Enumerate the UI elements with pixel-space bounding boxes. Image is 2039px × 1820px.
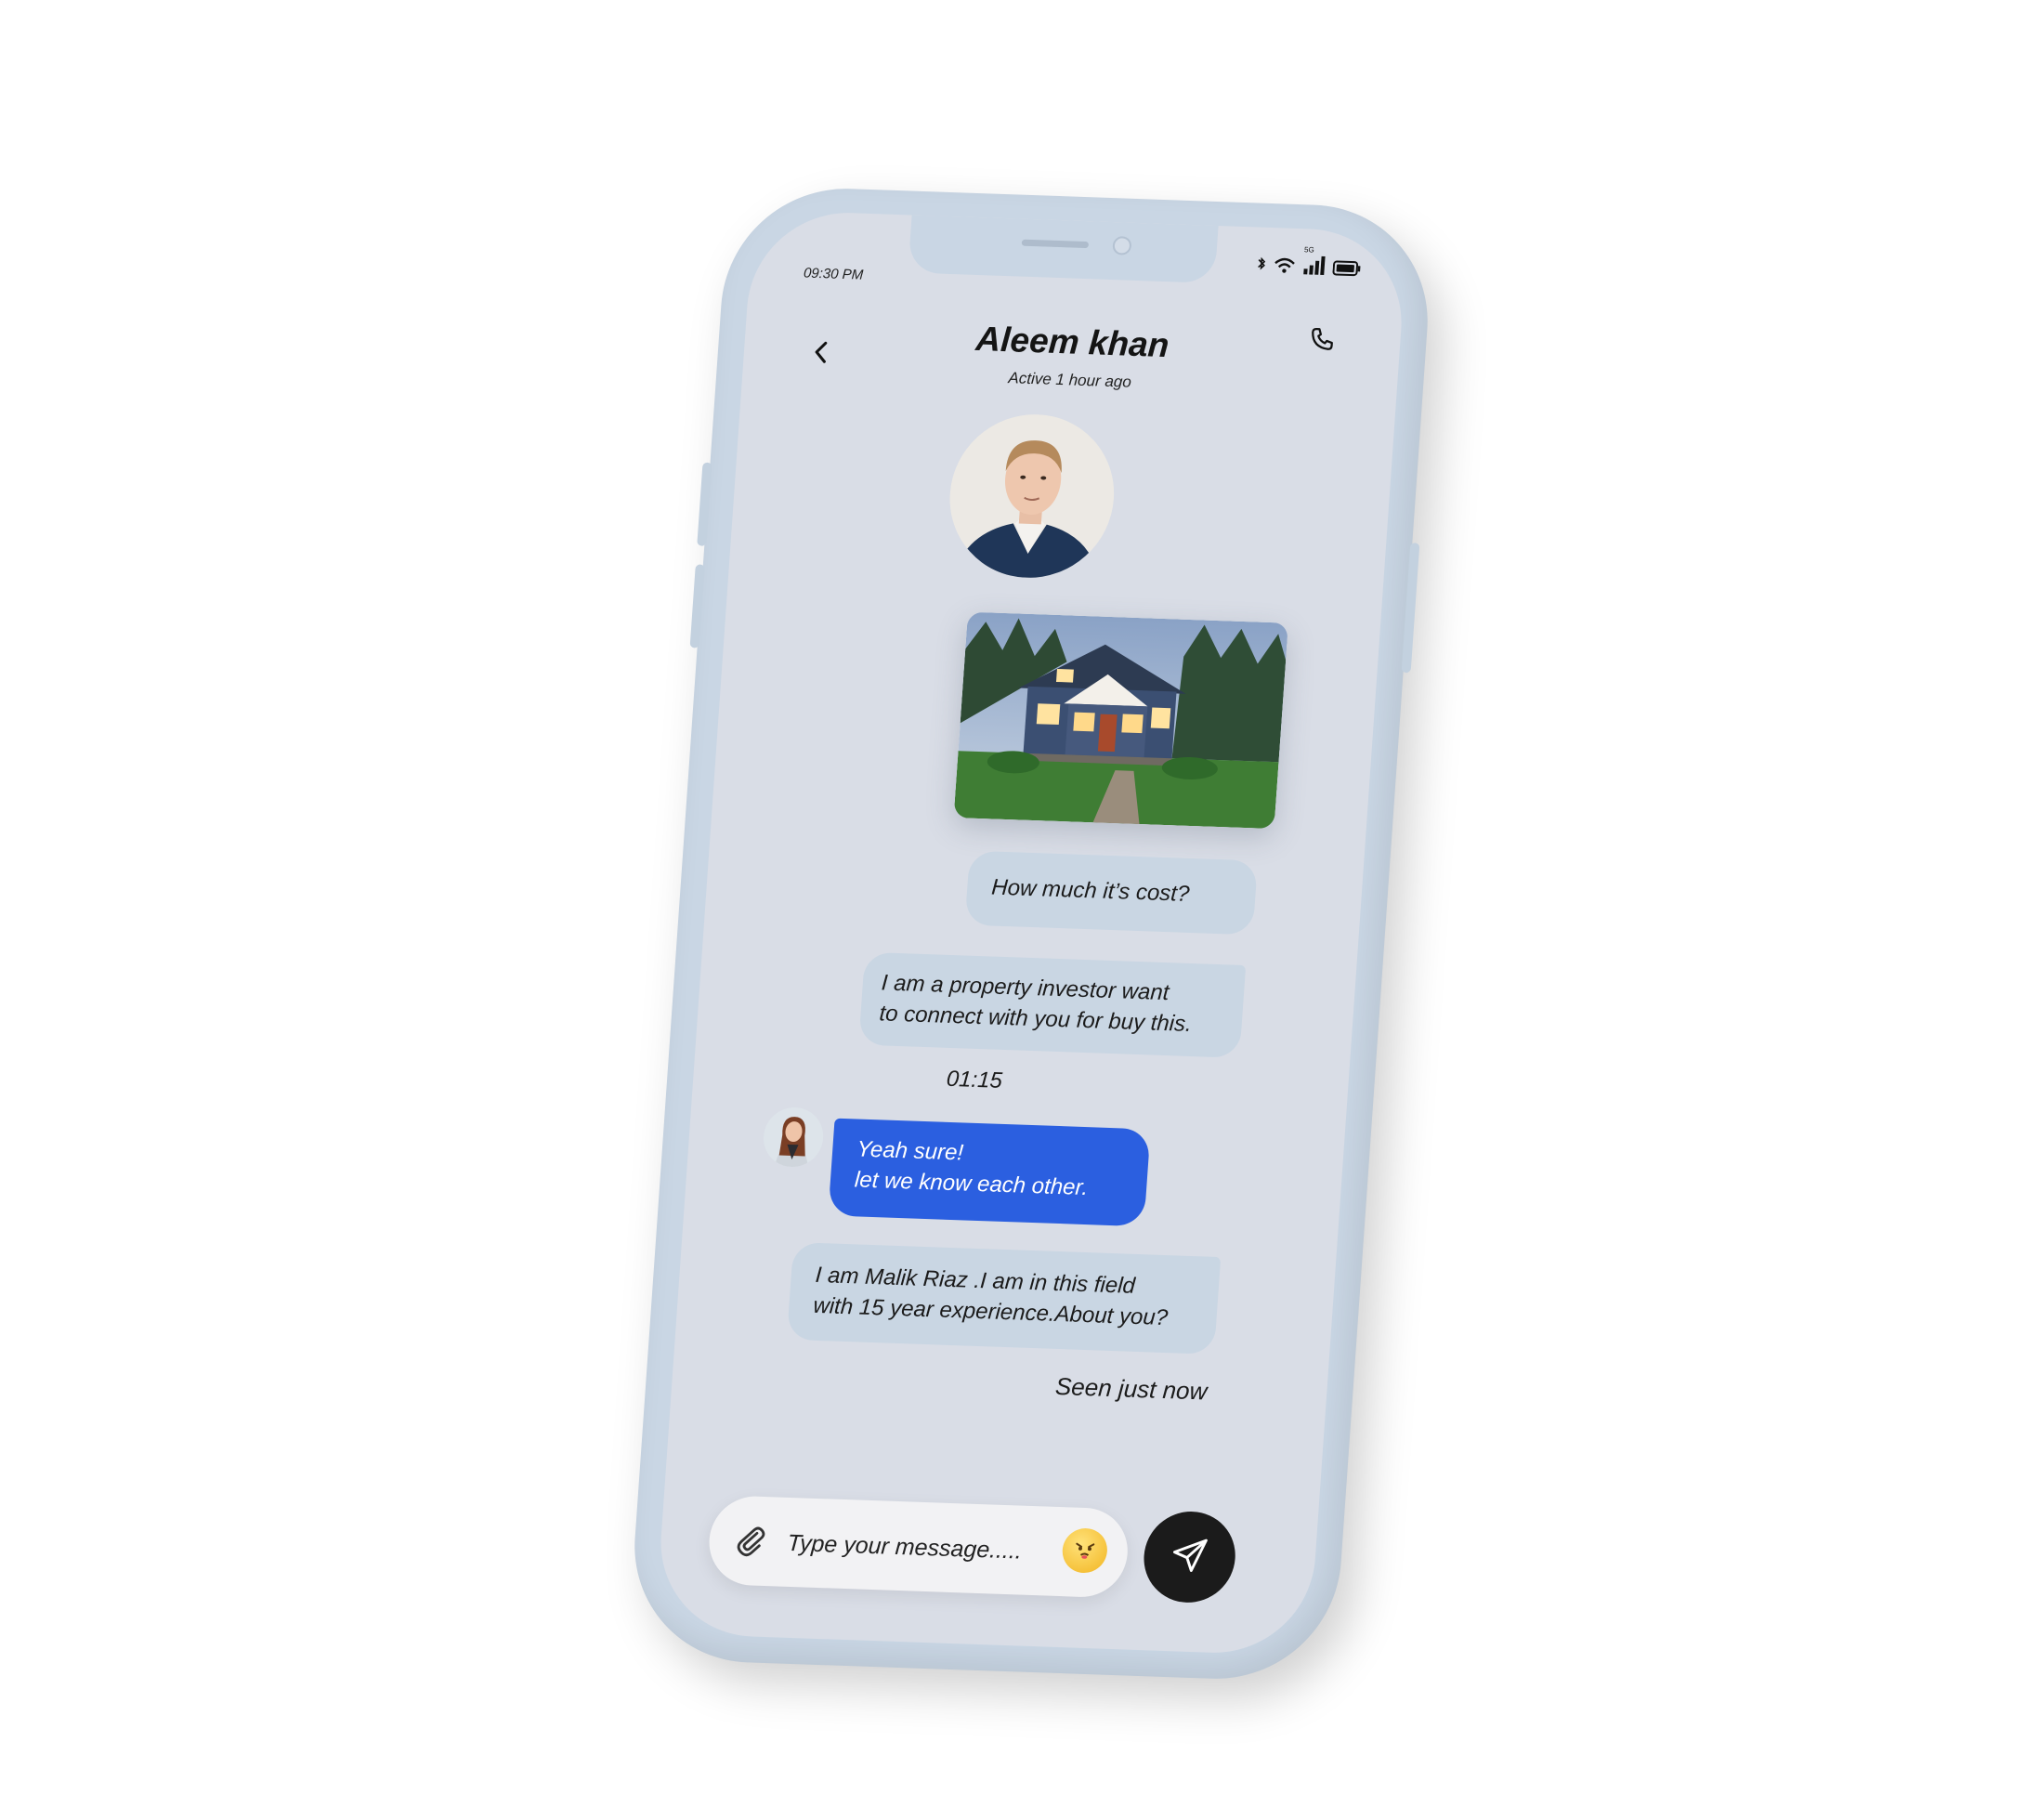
user-avatar[interactable] [761, 1106, 826, 1169]
phone-screen: 09:30 PM 5G Aleem khan Active 1 hour ago… [654, 209, 1408, 1656]
bluetooth-icon [1256, 255, 1267, 279]
paperclip-icon [730, 1526, 768, 1564]
house-photo-message[interactable] [953, 611, 1288, 830]
chat-header: Aleem khan Active 1 hour ago [742, 293, 1402, 399]
emoji-button[interactable] [1061, 1527, 1109, 1574]
house-image [953, 611, 1288, 830]
attach-button[interactable] [730, 1522, 770, 1560]
message-text: How much it’s cost? [990, 874, 1191, 907]
network-badge: 5G [1303, 245, 1315, 255]
phone-mockup: 09:30 PM 5G Aleem khan Active 1 hour ago… [0, 0, 2039, 1820]
wifi-icon [1273, 255, 1297, 280]
phone-body: 09:30 PM 5G Aleem khan Active 1 hour ago… [626, 184, 1436, 1683]
message-bubble-received[interactable]: Yeah sure! let we know each other. [828, 1118, 1151, 1227]
conversation-timestamp: 01:15 [945, 1066, 1003, 1093]
side-button-volume-up [697, 462, 712, 546]
message-bubble-sent[interactable]: I am a property investor want to connect… [858, 951, 1247, 1058]
phone-icon [1307, 324, 1337, 358]
earpiece-speaker [1021, 239, 1090, 249]
front-camera [1112, 236, 1132, 255]
status-time: 09:30 PM [803, 265, 864, 283]
message-bubble-sent[interactable]: How much it’s cost? [964, 850, 1259, 936]
contact-avatar[interactable] [944, 412, 1119, 581]
user-photo [761, 1106, 826, 1169]
send-icon [1168, 1534, 1211, 1580]
cellular-signal-icon: 5G [1302, 245, 1327, 281]
call-button[interactable] [1304, 323, 1340, 358]
emoji-icon [1070, 1534, 1100, 1567]
send-button[interactable] [1141, 1510, 1239, 1604]
message-composer [706, 1495, 1131, 1599]
status-icons: 5G [1256, 245, 1362, 282]
contact-photo [944, 412, 1119, 581]
message-bubble-sent[interactable]: I am Malik Riaz .I am in this field with… [786, 1242, 1222, 1355]
read-receipt: Seen just now [1054, 1371, 1209, 1406]
side-button-power [1401, 543, 1420, 674]
notch [908, 215, 1219, 283]
message-input[interactable] [784, 1521, 1061, 1574]
battery-icon [1332, 259, 1362, 282]
side-button-volume-down [689, 564, 705, 648]
